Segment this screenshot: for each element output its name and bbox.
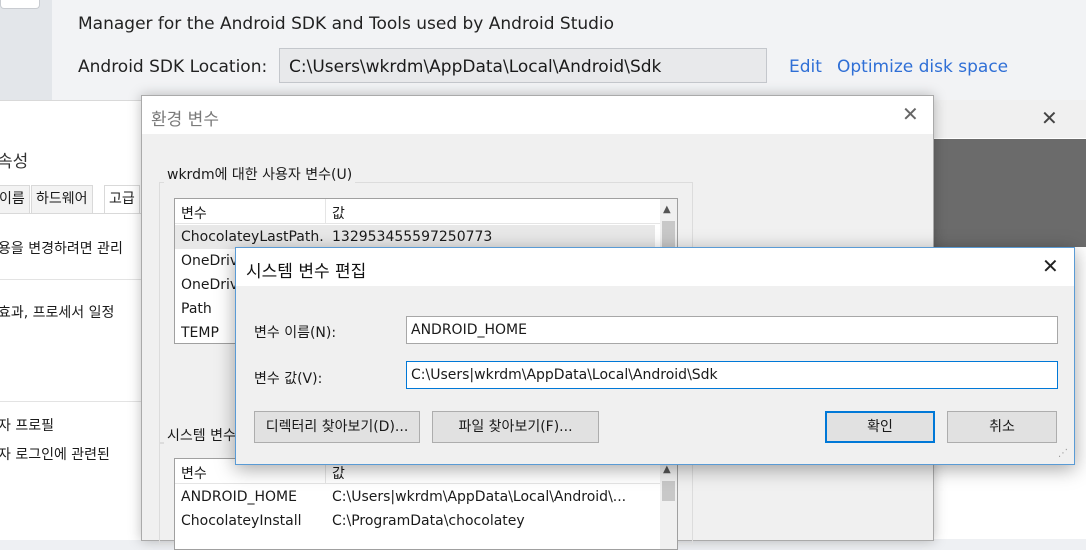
column-variable[interactable]: 변수 (181, 463, 207, 483)
background-window-titlebar: ✕ (933, 100, 1086, 138)
scroll-up-icon[interactable]: ▲ (663, 204, 671, 215)
divider (0, 279, 146, 280)
close-icon[interactable]: ✕ (1042, 254, 1059, 278)
edit-system-variable-dialog: 시스템 변수 편집 ✕ 변수 이름(N): ANDROID_HOME 변수 값(… (235, 247, 1075, 465)
column-value[interactable]: 값 (332, 463, 345, 483)
edit-dialog-title: 시스템 변수 편집 (246, 262, 367, 282)
system-properties-window: 속성 이름 하드웨어 고급 용을 변경하려면 관리 효과, 프로세서 일정 자 … (0, 100, 146, 540)
scroll-thumb[interactable] (662, 481, 675, 501)
user-variables-label: wkrdm에 대한 사용자 변수(U) (164, 164, 356, 184)
system-properties-title: 속성 (0, 152, 29, 172)
variable-value-label: 변수 값(V): (254, 371, 323, 387)
resize-grip-icon[interactable]: ⋰ (1058, 448, 1068, 459)
edit-sdk-location-link[interactable]: Edit (789, 57, 822, 77)
admin-note-text: 용을 변경하려면 관리 (0, 241, 123, 257)
column-value[interactable]: 값 (332, 203, 345, 223)
sdk-manager-description: Manager for the Android SDK and Tools us… (78, 14, 615, 34)
list-header: 변수 값 (175, 199, 677, 224)
browse-file-button[interactable]: 파일 찾아보기(F)... (432, 411, 599, 443)
user-profile-heading: 자 프로필 (0, 418, 54, 434)
variable-name-label: 변수 이름(N): (254, 325, 337, 341)
tab-hardware[interactable]: 하드웨어 (31, 185, 93, 213)
user-profile-text: 자 로그인에 관련된 (0, 447, 110, 463)
sdk-location-field[interactable]: C:\Users\wkrdm\AppData\Local\Android\Sdk (279, 48, 767, 83)
divider (0, 401, 146, 402)
ok-button[interactable]: 확인 (825, 411, 935, 443)
system-variables-list[interactable]: 변수 값 ANDROID_HOME C:\Users|wkrdm\AppData… (174, 458, 678, 550)
variable-value: 132953455597250773 (332, 229, 493, 245)
variable-value: C:\Users|wkrdm\AppData\Local\Android\... (332, 489, 627, 505)
scroll-up-icon[interactable]: ▲ (663, 464, 671, 475)
close-icon[interactable]: ✕ (902, 102, 919, 126)
variable-name: ChocolateyLastPath... (181, 229, 323, 245)
browse-directory-button[interactable]: 디렉터리 찾아보기(D)... (254, 411, 420, 443)
sdk-location-label: Android SDK Location: (78, 57, 268, 77)
list-item[interactable]: ANDROID_HOME C:\Users|wkrdm\AppData\Loca… (175, 485, 655, 509)
variable-name: ANDROID_HOME (181, 489, 297, 505)
list-item[interactable]: ChocolateyLastPath... 132953455597250773 (175, 225, 655, 249)
column-divider (325, 199, 326, 223)
variable-value: C:\ProgramData\chocolatey (332, 513, 525, 529)
close-icon[interactable]: ✕ (1041, 106, 1058, 130)
env-dialog-title: 환경 변수 (151, 110, 219, 130)
system-variables-label: 시스템 변수 (164, 425, 239, 445)
system-properties-tabs: 이름 하드웨어 고급 (0, 185, 146, 214)
edit-dialog-titlebar: 시스템 변수 편집 ✕ (236, 248, 1074, 286)
list-item[interactable]: ChocolateyInstall C:\ProgramData\chocola… (175, 509, 655, 533)
variable-value-field[interactable]: C:\Users|wkrdm\AppData\Local\Android\Sdk (406, 361, 1058, 389)
performance-text: 효과, 프로세서 일정 (0, 305, 115, 321)
background-window-content (933, 139, 1086, 247)
cancel-button[interactable]: 취소 (947, 411, 1057, 443)
settings-sidebar (0, 0, 52, 100)
env-dialog-titlebar: 환경 변수 ✕ (142, 96, 933, 134)
column-variable[interactable]: 변수 (181, 203, 207, 223)
sidebar-tab[interactable] (0, 0, 40, 9)
tab-advanced[interactable]: 고급 (104, 185, 140, 213)
list-scrollbar[interactable]: ▲ (660, 459, 677, 549)
variable-name-field[interactable]: ANDROID_HOME (406, 316, 1058, 344)
optimize-disk-space-link[interactable]: Optimize disk space (837, 57, 1008, 77)
tab-computer-name[interactable]: 이름 (0, 185, 30, 213)
variable-name: ChocolateyInstall (181, 513, 302, 529)
